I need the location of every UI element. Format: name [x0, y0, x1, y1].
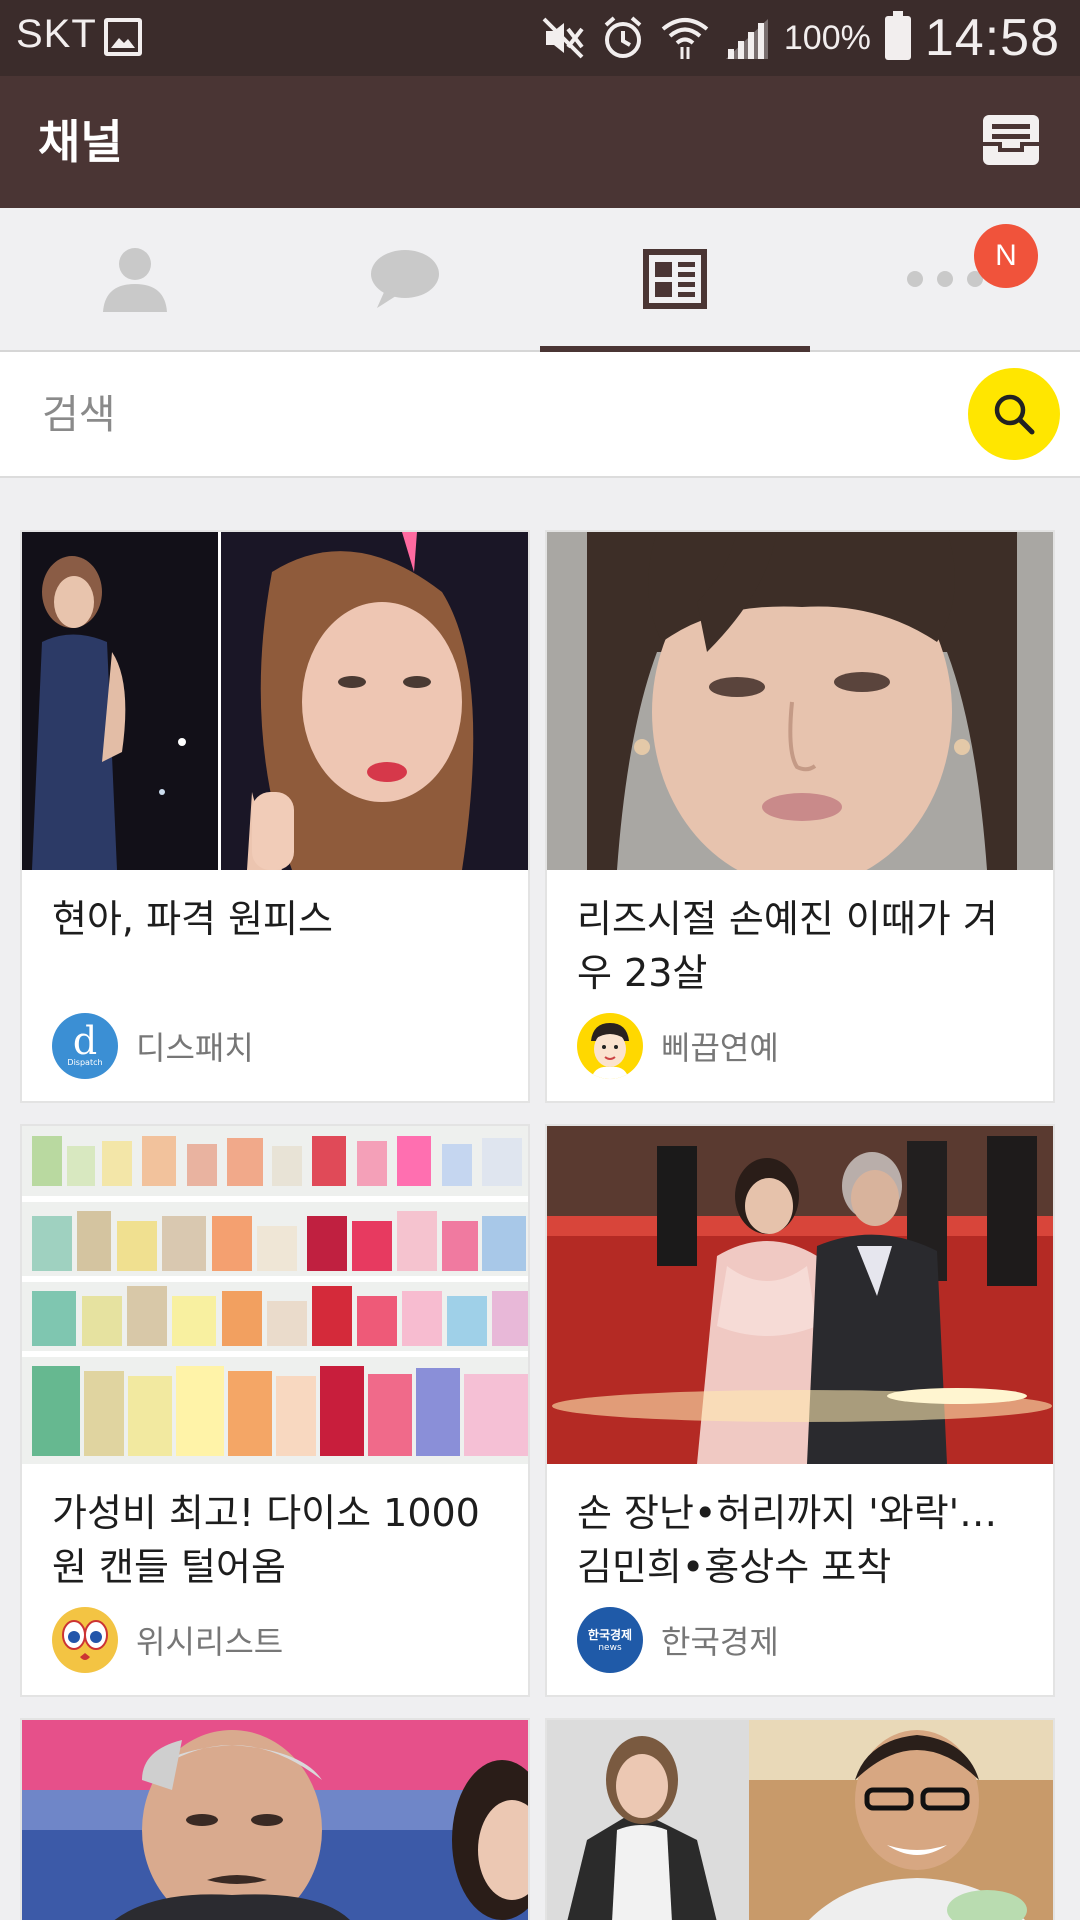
- card-source: 위시리스트: [52, 1606, 283, 1674]
- more-icon: [907, 271, 983, 287]
- card-title: 가성비 최고! 다이소 1000원 캔들 털어옴: [52, 1491, 480, 1589]
- image-icon: [104, 18, 142, 56]
- source-logo: d Dispatch: [52, 1013, 118, 1079]
- news-card[interactable]: 현아, 파격 원피스 d Dispatch 디스패치: [20, 530, 530, 1103]
- source-name: 위시리스트: [136, 1623, 284, 1661]
- card-image: [547, 1126, 1053, 1464]
- chat-icon: [371, 250, 439, 308]
- page-title: 채널: [38, 115, 123, 169]
- news-card[interactable]: 리즈시절 손예진 이때가 겨우 23살 삐끕연예: [545, 530, 1055, 1103]
- notification-badge: N: [974, 224, 1038, 288]
- status-icons: 100% 14:58: [540, 6, 1060, 70]
- signal-icon: [725, 19, 768, 59]
- search-button[interactable]: [968, 368, 1060, 460]
- card-title: 현아, 파격 원피스: [52, 897, 333, 941]
- news-card[interactable]: [20, 1718, 530, 1920]
- battery-percent: 100%: [783, 18, 871, 57]
- tab-more[interactable]: [810, 208, 1080, 350]
- friends-icon: [103, 248, 167, 312]
- card-source: 삐끕연예: [577, 1012, 779, 1080]
- mute-icon: [542, 17, 584, 59]
- tab-friends[interactable]: [0, 208, 270, 350]
- search-bar: [0, 352, 1080, 478]
- source-name: 디스패치: [136, 1029, 254, 1067]
- card-source: d Dispatch 디스패치: [52, 1012, 254, 1080]
- tab-bar: [0, 208, 1080, 352]
- card-image: [22, 1720, 528, 1920]
- card-title: 손 장난•허리까지 '와락'… 김민희•홍상수 포착: [577, 1491, 998, 1589]
- card-source: 한국경제 news 한국경제: [577, 1606, 779, 1674]
- carrier-label: SKT: [16, 12, 97, 56]
- card-image: [22, 532, 528, 870]
- source-name: 한국경제: [661, 1623, 779, 1661]
- status-bar: SKT 100% 14:58: [0, 0, 1080, 76]
- source-logo: [52, 1607, 118, 1673]
- battery-icon: [884, 11, 911, 60]
- wifi-icon: [661, 18, 709, 59]
- news-card[interactable]: [545, 1718, 1055, 1920]
- inbox-button[interactable]: [980, 112, 1042, 168]
- source-logo: 한국경제 news: [577, 1607, 643, 1673]
- channel-icon: [643, 249, 707, 309]
- search-input[interactable]: [40, 382, 924, 448]
- card-image: [22, 1126, 528, 1464]
- alarm-icon: [604, 16, 642, 58]
- news-card[interactable]: 손 장난•허리까지 '와락'… 김민희•홍상수 포착 한국경제 news 한국경…: [545, 1124, 1055, 1697]
- card-image: [547, 1720, 1053, 1920]
- tab-chats[interactable]: [270, 208, 540, 350]
- source-logo: [577, 1013, 643, 1079]
- clock: 14:58: [924, 9, 1060, 67]
- app-bar: 채널: [0, 76, 1080, 208]
- source-name: 삐끕연예: [661, 1029, 779, 1067]
- tab-channel[interactable]: [540, 208, 810, 352]
- card-image: [547, 532, 1053, 870]
- card-title: 리즈시절 손예진 이때가 겨우 23살: [577, 897, 998, 995]
- search-icon: [994, 394, 1035, 435]
- news-card[interactable]: 가성비 최고! 다이소 1000원 캔들 털어옴 위시리스트: [20, 1124, 530, 1697]
- inbox-icon: [983, 115, 1039, 165]
